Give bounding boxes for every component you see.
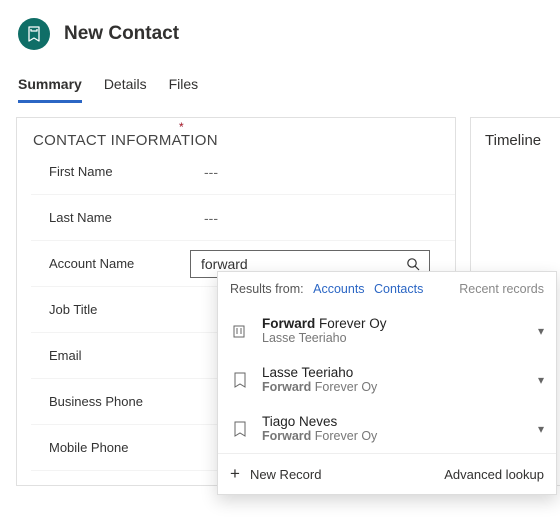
advanced-lookup-link[interactable]: Advanced lookup [444, 467, 544, 482]
tab-details[interactable]: Details [104, 70, 147, 103]
lookup-result-row[interactable]: Tiago Neves Forward Forever Oy ▾ [218, 404, 556, 453]
timeline-title: Timeline [485, 132, 546, 149]
first-name-value[interactable]: --- [186, 164, 455, 180]
mobile-phone-label: Mobile Phone [31, 440, 186, 455]
email-label: Email [31, 348, 186, 363]
last-name-label: Last Name [31, 210, 186, 225]
chevron-down-icon[interactable]: ▾ [538, 324, 544, 338]
required-indicator-icon: * [179, 120, 184, 134]
chevron-down-icon[interactable]: ▾ [538, 373, 544, 387]
new-record-label: New Record [250, 467, 322, 482]
new-record-button[interactable]: + New Record [230, 464, 321, 484]
result-line1: Lasse Teeriaho [262, 365, 526, 380]
tabs: Summary Details Files [0, 70, 560, 103]
result-line1-bold: Forward [262, 316, 315, 331]
result-line2-bold: Forward [262, 429, 311, 443]
lookup-result-row[interactable]: Forward Forever Oy Lasse Teeriaho ▾ [218, 306, 556, 355]
result-line2-rest: Forever Oy [311, 429, 377, 443]
result-line1-rest: Forever Oy [315, 316, 386, 331]
account-icon [230, 323, 250, 339]
last-name-value[interactable]: --- [186, 210, 455, 226]
result-line2-rest: Forever Oy [311, 380, 377, 394]
lookup-flyout: Results from: Accounts Contacts Recent r… [217, 271, 557, 495]
contact-entity-icon [18, 18, 50, 50]
card-title: CONTACT INFORMATION [31, 132, 455, 149]
result-line2: Lasse Teeriaho [262, 331, 526, 345]
results-from-contacts[interactable]: Contacts [374, 282, 423, 296]
contact-info-card: CONTACT INFORMATION First Name * --- Las… [16, 117, 456, 486]
search-icon[interactable] [405, 256, 421, 272]
contact-icon [230, 421, 250, 437]
results-from-label: Results from: [230, 282, 304, 296]
job-title-label: Job Title [31, 302, 186, 317]
chevron-down-icon[interactable]: ▾ [538, 422, 544, 436]
result-line2-bold: Forward [262, 380, 311, 394]
contact-icon [230, 372, 250, 388]
field-last-name[interactable]: Last Name * --- [31, 195, 455, 241]
field-first-name[interactable]: First Name * --- [31, 149, 455, 195]
results-from-accounts[interactable]: Accounts [313, 282, 364, 296]
account-name-label: Account Name [31, 256, 186, 271]
recent-records-label: Recent records [459, 282, 544, 296]
result-line1: Tiago Neves [262, 414, 526, 429]
lookup-result-row[interactable]: Lasse Teeriaho Forward Forever Oy ▾ [218, 355, 556, 404]
tab-files[interactable]: Files [169, 70, 199, 103]
tab-summary[interactable]: Summary [18, 70, 82, 103]
first-name-label: First Name [31, 164, 186, 179]
business-phone-label: Business Phone [31, 394, 186, 409]
plus-icon: + [230, 464, 240, 484]
account-name-input[interactable] [201, 256, 405, 272]
page-title: New Contact [64, 23, 179, 45]
